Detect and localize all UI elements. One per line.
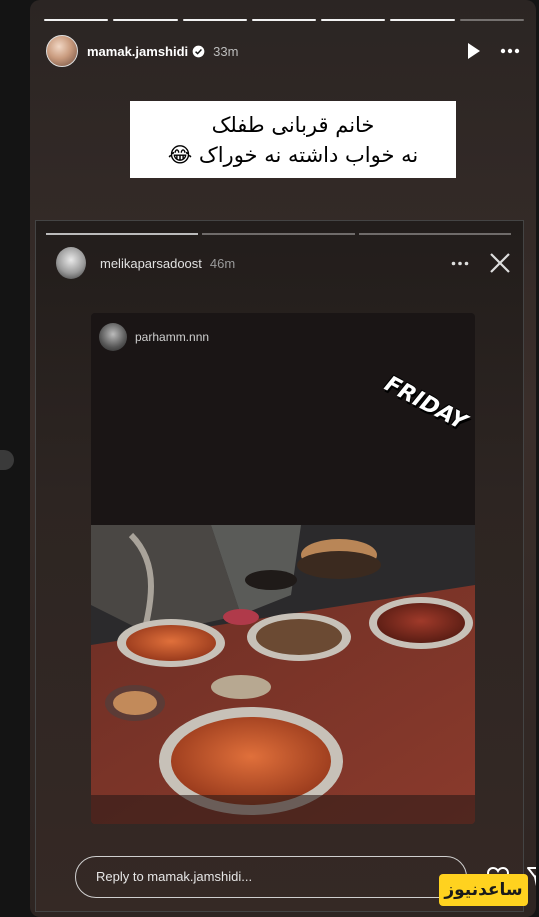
caption-sticker: خانم قربانی طفلک نه خواب داشته نه خوراک … xyxy=(130,101,456,178)
food-photo-illustration xyxy=(91,525,475,824)
inner-story-header: melikaparsadoost 46m xyxy=(56,245,511,281)
reshared-story-screenshot: melikaparsadoost 46m parhamm.nnn FRIDAY xyxy=(35,220,524,912)
nested-username: parhamm.nnn xyxy=(135,330,210,344)
story-header: mamak.jamshidi 33m xyxy=(46,34,520,68)
progress-segment xyxy=(358,233,511,235)
story-progress-bar xyxy=(44,19,524,21)
story-timestamp: 33m xyxy=(213,43,239,59)
nested-story: parhamm.nnn FRIDAY xyxy=(91,313,475,824)
progress-segment xyxy=(251,19,317,21)
progress-segment xyxy=(44,19,109,21)
progress-segment xyxy=(321,19,386,21)
story-viewer: mamak.jamshidi 33m خانم قربانی طفلک نه خ… xyxy=(30,0,536,917)
food-photo xyxy=(91,525,475,824)
progress-segment xyxy=(459,19,524,21)
close-icon xyxy=(490,253,510,273)
friday-sticker: FRIDAY xyxy=(380,371,471,436)
story-username[interactable]: mamak.jamshidi xyxy=(87,44,188,59)
progress-segment xyxy=(182,19,247,21)
inner-username: melikaparsadoost xyxy=(100,255,202,271)
progress-segment xyxy=(202,233,355,235)
reply-input[interactable]: Reply to mamak.jamshidi... xyxy=(75,856,467,898)
verified-badge-icon xyxy=(192,45,205,57)
progress-segment xyxy=(390,19,455,21)
progress-segment xyxy=(46,233,199,235)
watermark-logo: ساعدنیوز xyxy=(439,874,528,906)
avatar[interactable] xyxy=(46,35,78,67)
play-icon[interactable] xyxy=(466,42,482,60)
more-icon[interactable] xyxy=(500,48,520,54)
nested-avatar xyxy=(99,323,127,351)
caption-line-1: خانم قربانی طفلک xyxy=(211,112,375,137)
inner-progress-bar xyxy=(46,233,511,235)
nested-story-header: parhamm.nnn xyxy=(99,323,209,351)
more-icon xyxy=(451,261,469,265)
inner-timestamp: 46m xyxy=(209,255,236,271)
caption-line-2: نه خواب داشته نه خوراک 😂 xyxy=(167,142,419,167)
inner-avatar xyxy=(56,247,86,279)
prev-story-handle[interactable] xyxy=(0,450,14,470)
progress-segment xyxy=(113,19,178,21)
